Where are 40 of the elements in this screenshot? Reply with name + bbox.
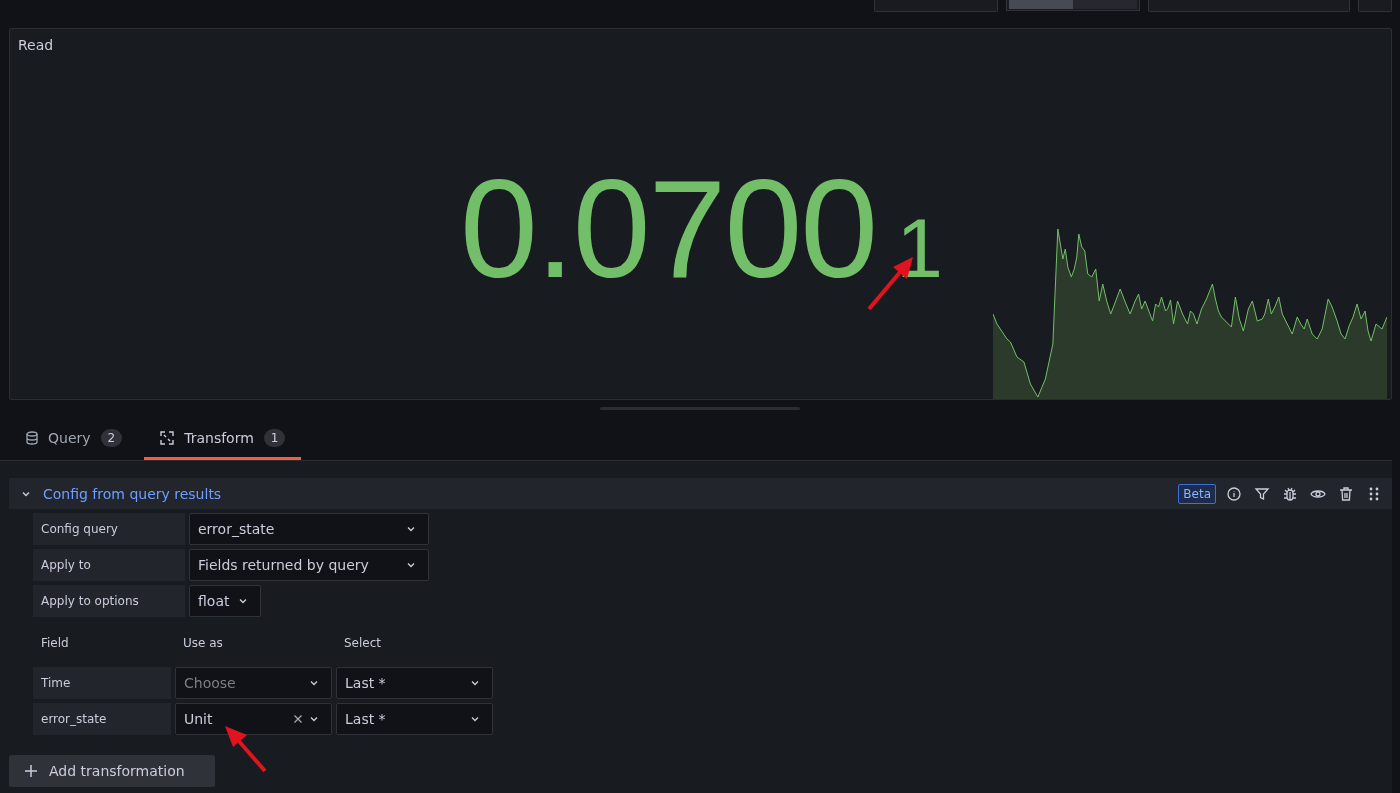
plus-icon xyxy=(25,765,37,777)
column-header: Use as xyxy=(183,636,224,650)
panel-title: Read xyxy=(18,37,54,53)
column-header: Field xyxy=(40,636,70,650)
option-label: Config query xyxy=(33,513,185,545)
trash-icon[interactable] xyxy=(1338,485,1354,502)
chevron-down-icon xyxy=(470,714,480,724)
count-badge: 1 xyxy=(263,428,286,447)
field-name: error_state xyxy=(33,703,171,735)
clear-icon[interactable] xyxy=(293,714,303,724)
transform-icon xyxy=(160,430,175,445)
add-transformation-button[interactable]: Add transformation xyxy=(9,755,215,787)
select-field[interactable]: Unit xyxy=(175,703,332,735)
count-badge: 2 xyxy=(100,428,123,447)
select-field[interactable]: Last * xyxy=(336,667,493,699)
info-icon[interactable] xyxy=(1226,485,1242,502)
database-icon xyxy=(26,430,38,445)
select-field[interactable]: Choose xyxy=(175,667,332,699)
option-label: Apply to options xyxy=(33,585,185,617)
transformation-title[interactable]: Config from query results xyxy=(43,485,222,502)
chevron-down-icon xyxy=(406,560,416,570)
select-field[interactable]: error_state xyxy=(189,513,429,545)
annotation-arrow xyxy=(223,725,269,775)
beta-badge: Beta xyxy=(1178,483,1216,504)
select-field[interactable]: Last * xyxy=(336,703,493,735)
editor-tab[interactable]: Query 2 xyxy=(18,424,139,460)
column-header: Select xyxy=(344,636,382,650)
filter-icon[interactable] xyxy=(1254,485,1270,502)
chevron-down-icon xyxy=(238,596,248,606)
stat-value: 0.0700 xyxy=(460,159,877,299)
option-label: Apply to xyxy=(33,549,185,581)
chevron-down-icon xyxy=(406,524,416,534)
chevron-down-icon xyxy=(309,714,319,724)
select-field[interactable]: Fields returned by query xyxy=(189,549,429,581)
bug-icon[interactable] xyxy=(1282,485,1298,502)
field-name: Time xyxy=(33,667,171,699)
stat-unit: 1 xyxy=(896,206,943,290)
chevron-down-icon xyxy=(470,678,480,688)
chevron-down-icon xyxy=(309,678,319,688)
select-field[interactable]: float xyxy=(189,585,261,617)
